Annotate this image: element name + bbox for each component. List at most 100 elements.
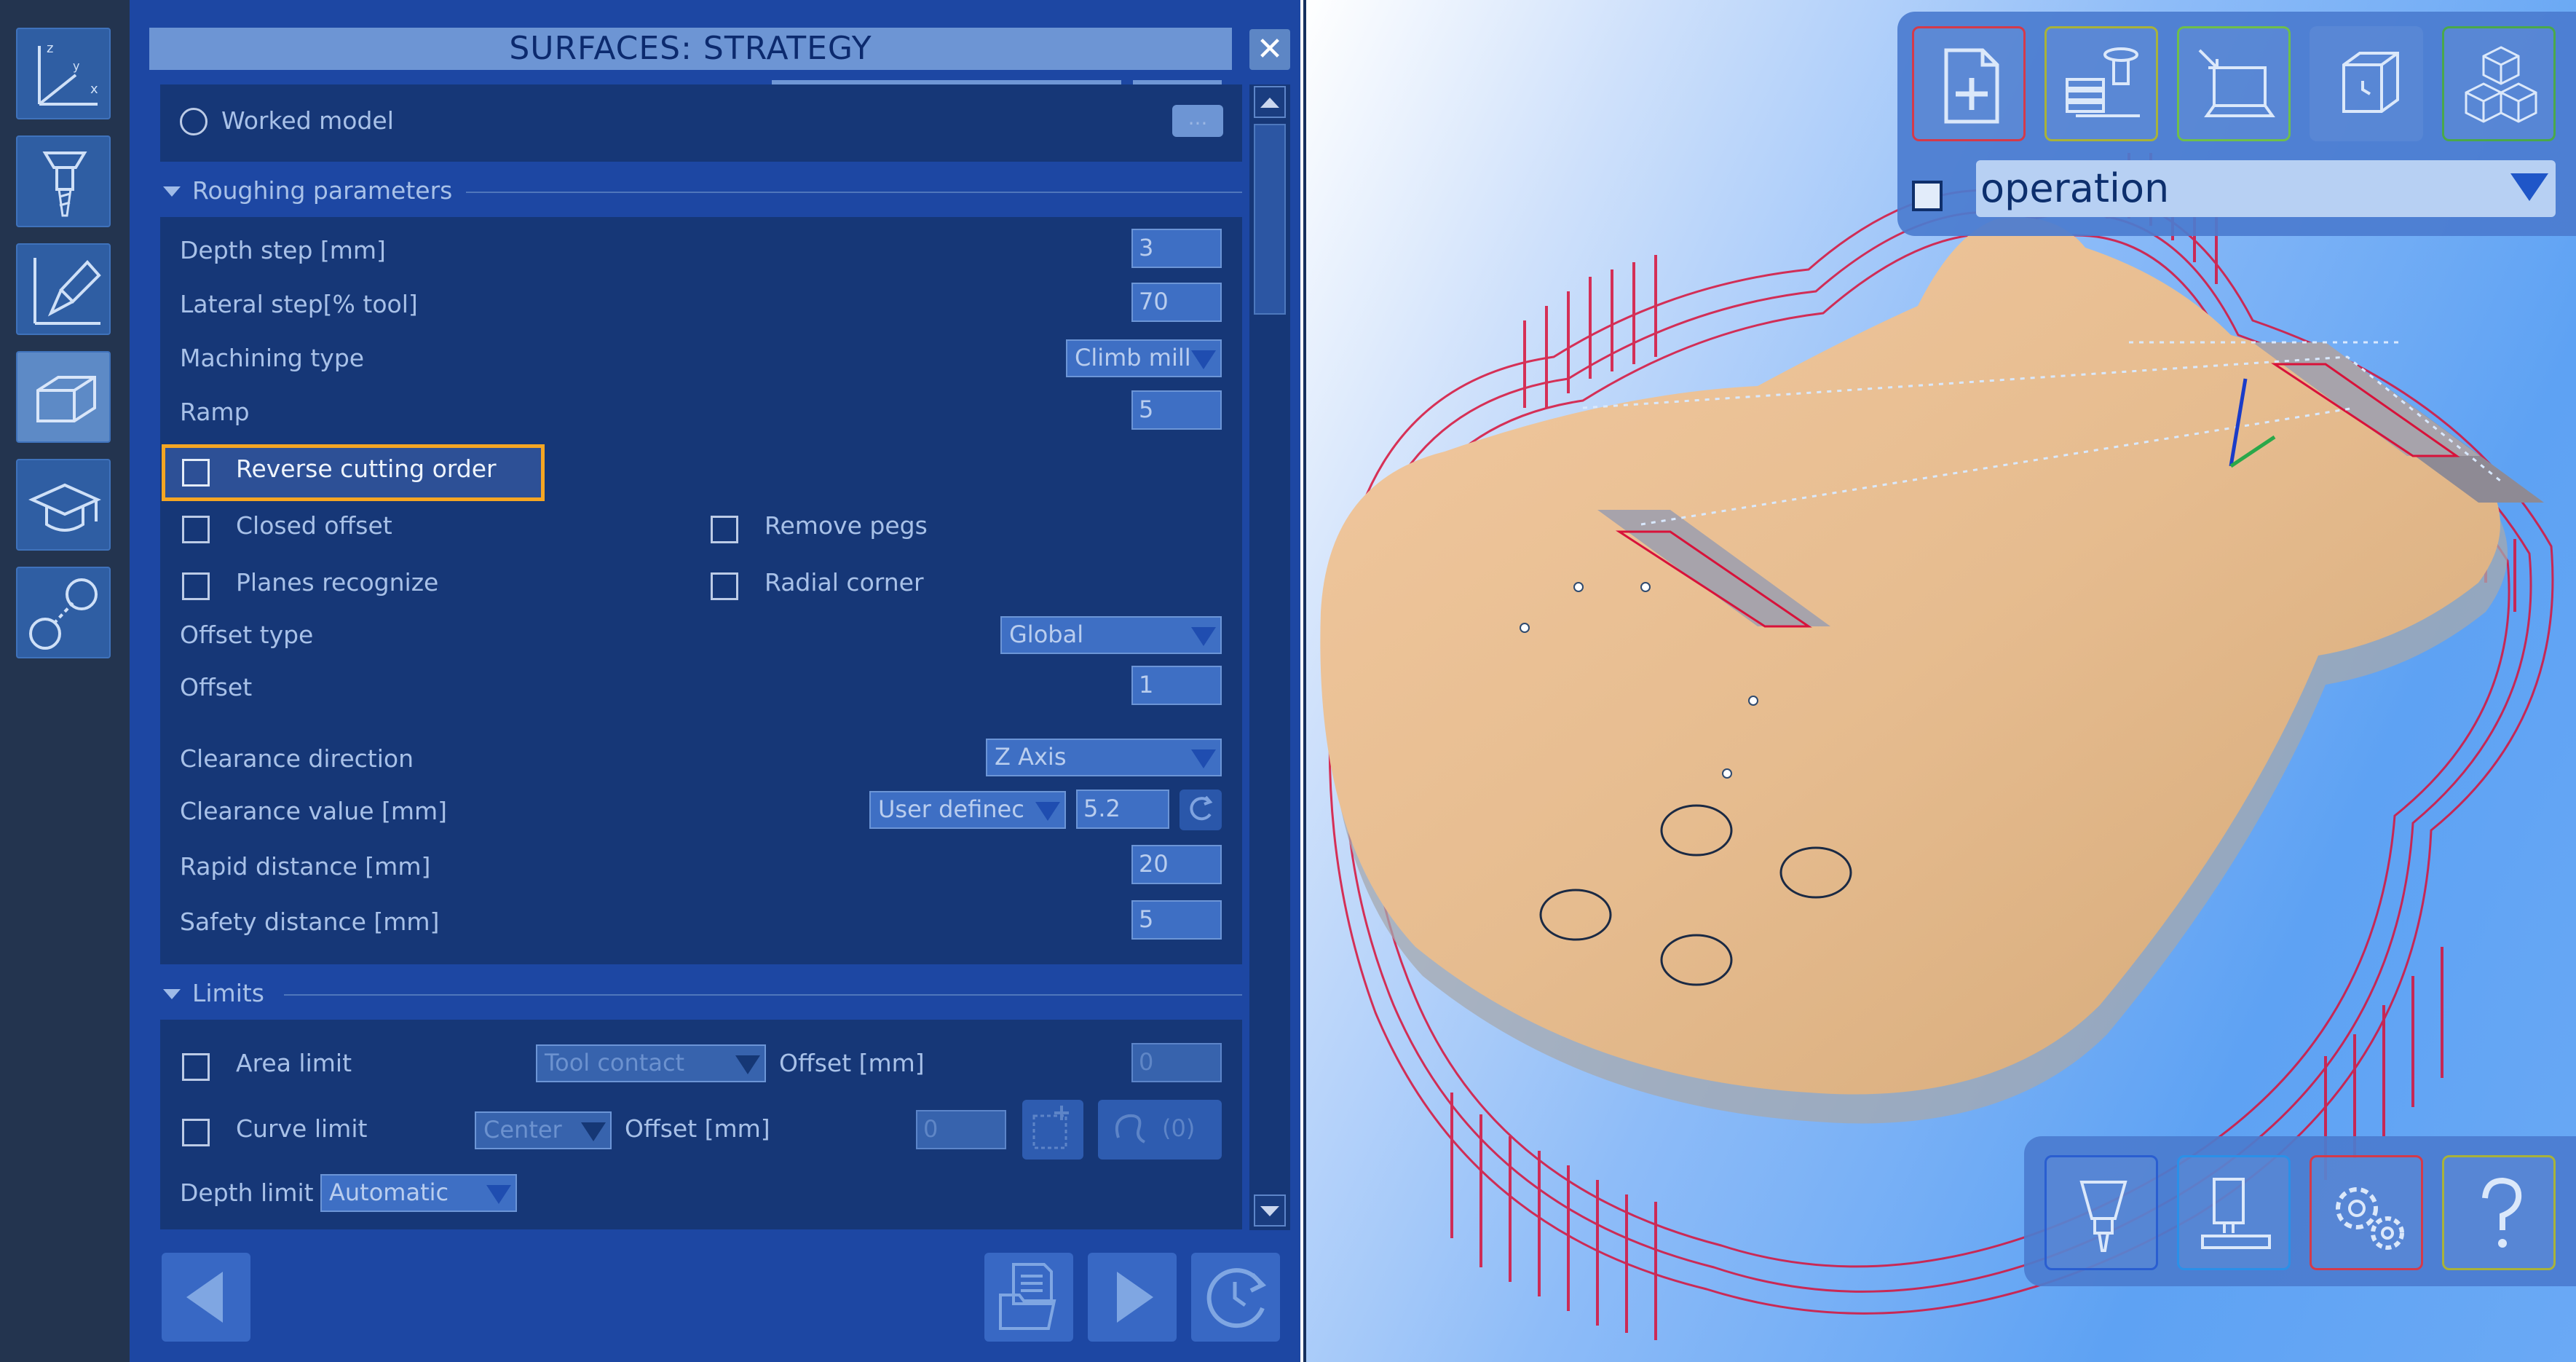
scroll-thumb[interactable]: [1254, 124, 1286, 315]
scroll-up-button[interactable]: [1254, 86, 1286, 118]
safety-distance-label: Safety distance [mm]: [180, 908, 440, 936]
scroll-down-button[interactable]: [1254, 1194, 1286, 1227]
coordinate-system-button[interactable]: z x y: [16, 28, 111, 119]
ramp-input[interactable]: 5: [1131, 390, 1222, 430]
depth-limit-dropdown[interactable]: Automatic: [320, 1174, 517, 1212]
tutorial-button[interactable]: [16, 459, 111, 551]
clearance-value-input[interactable]: 5.2: [1076, 790, 1169, 829]
link-button[interactable]: [16, 567, 111, 658]
clipped-field: [772, 80, 1121, 84]
rapid-distance-input[interactable]: 20: [1131, 845, 1222, 884]
tool-holder-button[interactable]: [2044, 1155, 2158, 1270]
ramp-label: Ramp: [180, 398, 250, 426]
arrow-left-icon: [186, 1272, 223, 1323]
planes-recognize-checkbox[interactable]: [182, 572, 210, 600]
collapse-roughing-icon[interactable]: [163, 186, 181, 197]
export-computer-icon: [2198, 49, 2275, 117]
chevron-down-icon: [1260, 1206, 1279, 1216]
new-operation-button[interactable]: [1912, 26, 2026, 141]
svg-text:y: y: [73, 59, 79, 73]
curve-limit-label: Curve limit: [236, 1114, 368, 1143]
closed-offset-checkbox[interactable]: [182, 516, 210, 543]
stock-button[interactable]: [16, 351, 111, 443]
stock-box-icon: [36, 376, 96, 422]
roughing-section-title: Roughing parameters: [192, 176, 453, 205]
help-button[interactable]: [2442, 1155, 2556, 1270]
browse-model-button[interactable]: ...: [1172, 105, 1223, 137]
limits-section-title: Limits: [192, 979, 264, 1007]
depth-step-label: Depth step [mm]: [180, 236, 386, 264]
area-limit-mode-value: Tool contact: [545, 1049, 685, 1076]
curve-offset-label: Offset [mm]: [625, 1114, 770, 1143]
stock-view-button[interactable]: [2442, 26, 2556, 141]
curve-count: (0): [1162, 1114, 1196, 1142]
curve-list-button[interactable]: (0): [1098, 1100, 1222, 1160]
help-icon: [2482, 1177, 2522, 1248]
axes-icon: z x y: [38, 41, 98, 106]
area-limit-mode-dropdown[interactable]: Tool contact: [536, 1044, 766, 1082]
tool-holder-icon: [2079, 1181, 2127, 1252]
tool-button[interactable]: [16, 135, 111, 227]
refresh-clock-icon: [1206, 1268, 1267, 1328]
arrow-right-icon: [1117, 1272, 1153, 1323]
close-button[interactable]: ✕: [1249, 29, 1290, 70]
select-curve-button[interactable]: [1022, 1100, 1083, 1160]
new-document-icon: [1944, 48, 1999, 124]
area-offset-input[interactable]: 0: [1131, 1043, 1222, 1082]
radial-corner-checkbox[interactable]: [711, 572, 738, 600]
area-limit-checkbox[interactable]: [182, 1053, 210, 1081]
settings-button[interactable]: [2310, 1155, 2423, 1270]
next-button[interactable]: [1088, 1253, 1177, 1342]
depth-limit-value: Automatic: [329, 1178, 449, 1206]
remove-pegs-checkbox[interactable]: [711, 516, 738, 543]
depth-limit-label: Depth limit: [180, 1178, 314, 1207]
view-button[interactable]: [2310, 26, 2423, 141]
curve-limit-mode-value: Center: [483, 1116, 562, 1143]
load-template-button[interactable]: [984, 1253, 1073, 1342]
graduation-cap-icon: [28, 483, 101, 532]
machine-button[interactable]: [2177, 1155, 2291, 1270]
section-divider: [284, 994, 1242, 996]
machine-stack-button[interactable]: [2044, 26, 2158, 141]
clipped-field: [1133, 80, 1222, 84]
export-button[interactable]: [2177, 26, 2291, 141]
chevron-down-icon: [581, 1122, 606, 1141]
tool-axis-button[interactable]: [16, 243, 111, 335]
box-clock-icon: [2342, 52, 2399, 113]
clearance-mode-dropdown[interactable]: User definec: [869, 791, 1066, 829]
back-button[interactable]: [162, 1253, 250, 1342]
tool-axis-icon: [33, 258, 101, 325]
worked-model-radio[interactable]: [180, 108, 208, 135]
chevron-down-icon: [1191, 627, 1216, 646]
offset-type-label: Offset type: [180, 621, 314, 649]
left-toolbar: z x y: [0, 0, 130, 1362]
tool-icon: [42, 151, 87, 217]
operation-dropdown[interactable]: operation: [1976, 160, 2556, 217]
section-divider: [466, 192, 1242, 193]
collapse-limits-icon[interactable]: [163, 989, 181, 999]
offset-type-value: Global: [1009, 621, 1084, 648]
chevron-down-icon: [1191, 749, 1216, 768]
reverse-cutting-label: Reverse cutting order: [236, 454, 497, 483]
safety-distance-input[interactable]: 5: [1131, 900, 1222, 940]
refresh-icon: [1190, 795, 1213, 821]
refresh-clearance-button[interactable]: [1180, 790, 1222, 830]
chevron-down-icon: [735, 1055, 760, 1074]
cubes-icon: [2465, 46, 2537, 123]
machine-stack-icon: [2066, 47, 2140, 117]
offset-input[interactable]: 1: [1131, 666, 1222, 705]
clearance-value-label: Clearance value [mm]: [180, 797, 448, 825]
depth-step-input[interactable]: 3: [1131, 229, 1222, 268]
curve-limit-checkbox[interactable]: [182, 1119, 210, 1146]
machining-type-label: Machining type: [180, 344, 365, 372]
curve-limit-mode-dropdown[interactable]: Center: [475, 1111, 612, 1149]
panel-title: SURFACES: STRATEGY: [509, 30, 872, 67]
reverse-cutting-checkbox[interactable]: [182, 459, 210, 487]
compute-button[interactable]: [1191, 1253, 1280, 1342]
curve-offset-input[interactable]: 0: [916, 1110, 1006, 1149]
operation-visibility-checkbox[interactable]: [1912, 181, 1943, 211]
offset-type-dropdown[interactable]: Global: [1000, 616, 1222, 654]
machining-type-dropdown[interactable]: Climb mill: [1066, 339, 1222, 377]
lateral-step-input[interactable]: 70: [1131, 283, 1222, 322]
clearance-direction-dropdown[interactable]: Z Axis: [986, 739, 1222, 776]
